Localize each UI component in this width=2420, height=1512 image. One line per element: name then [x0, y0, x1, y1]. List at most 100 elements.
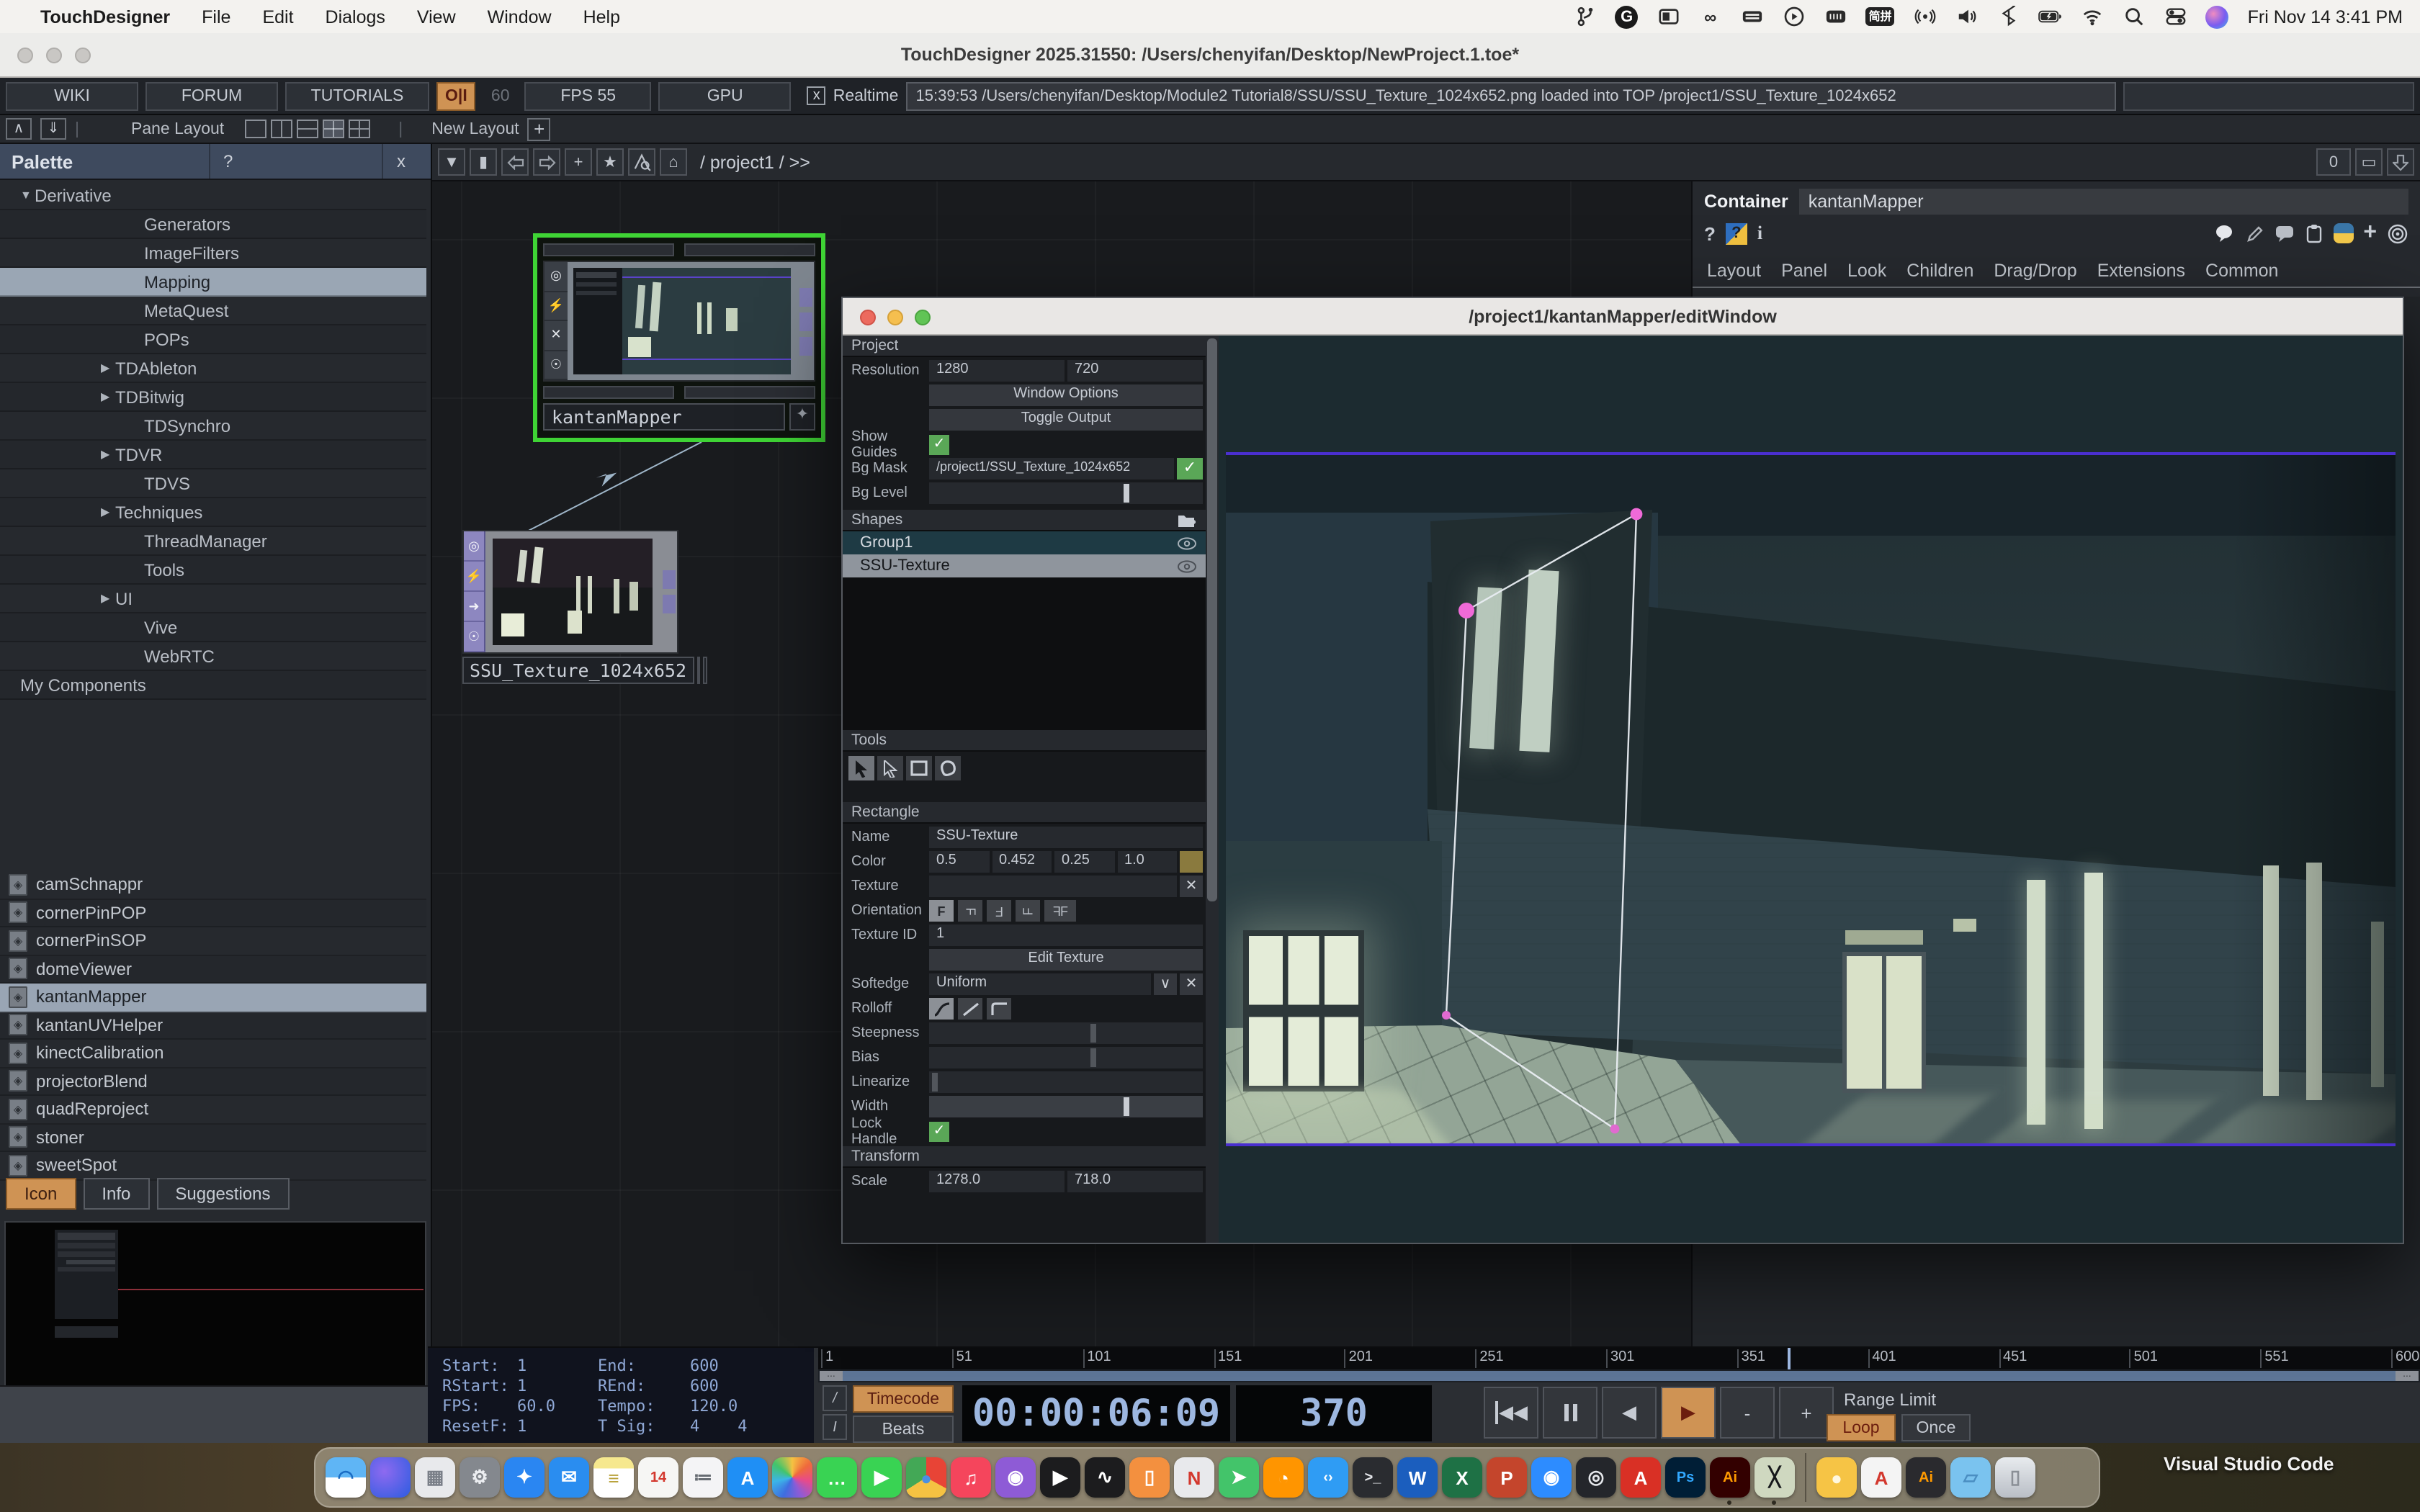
- node-ssu-texture-name[interactable]: SSU_Texture_1024x652: [462, 657, 694, 684]
- palette-tree-item-generators[interactable]: Generators: [0, 210, 426, 239]
- hotspot-icon[interactable]: [1914, 5, 1937, 28]
- timeline-info-value[interactable]: 120.0: [690, 1397, 738, 1416]
- dock-icon-cyberduck[interactable]: ●: [1816, 1457, 1857, 1498]
- frame-mode-button[interactable]: /: [823, 1385, 847, 1411]
- palette-tree-item-threadmanager[interactable]: ThreadManager: [0, 527, 426, 556]
- param-tab-extensions[interactable]: Extensions: [2097, 261, 2185, 281]
- chevron-right-icon[interactable]: ▶: [101, 448, 115, 461]
- color-component-field-0[interactable]: 0.5: [929, 851, 989, 873]
- palette-component-sweetspot[interactable]: ◈sweetSpot: [0, 1152, 426, 1180]
- node-ssu-texture[interactable]: ◎ ⚡ ➜ ☉: [462, 530, 678, 654]
- palette-tree-item-techniques[interactable]: ▶Techniques: [0, 498, 426, 527]
- dock-icon-tv[interactable]: ▶: [1040, 1457, 1080, 1498]
- frame-plus-button[interactable]: +: [1779, 1387, 1834, 1439]
- node-kantanmapper-viewer[interactable]: ◎ ⚡ ✕ ☉: [543, 261, 815, 382]
- dock-pane-icon[interactable]: ⇓: [40, 118, 66, 140]
- chevron-right-icon[interactable]: ▶: [101, 592, 115, 605]
- resolution-width-field[interactable]: 1280: [929, 360, 1065, 382]
- node-output-slot[interactable]: [543, 386, 673, 399]
- bg-mask-field[interactable]: /project1/SSU_Texture_1024x652: [929, 458, 1174, 480]
- palette-tree-item-tdbitwig[interactable]: ▶TDBitwig: [0, 383, 426, 412]
- home-icon[interactable]: ⌂: [660, 148, 687, 176]
- dock-icon-excel[interactable]: X: [1442, 1457, 1482, 1498]
- viewer-flag-icon[interactable]: ◎: [464, 531, 484, 562]
- dock-icon-trash[interactable]: ▯: [1995, 1457, 2035, 1498]
- node-add-button[interactable]: ✦: [789, 403, 815, 431]
- window-options-button[interactable]: Window Options: [929, 384, 1203, 406]
- timeline-ruler[interactable]: 151101151201251301351401451501551600: [818, 1348, 2420, 1369]
- color-component-field-1[interactable]: 0.452: [992, 851, 1052, 873]
- minimize-window-button[interactable]: [46, 48, 62, 63]
- dock-icon-mail[interactable]: ✉: [549, 1457, 589, 1498]
- tools-section-header[interactable]: Tools: [843, 730, 1206, 752]
- transform-section-header[interactable]: Transform: [843, 1146, 1206, 1168]
- shape-list-empty-area[interactable]: [843, 577, 1206, 730]
- dock-icon-news[interactable]: N: [1174, 1457, 1214, 1498]
- orientation-mirror-button[interactable]: FF: [1044, 900, 1076, 922]
- param-tab-children[interactable]: Children: [1906, 261, 1973, 281]
- dock-icon-obs[interactable]: ◎: [1576, 1457, 1616, 1498]
- dock-icon-books[interactable]: ▯: [1129, 1457, 1170, 1498]
- palette-tree-item-metaquest[interactable]: MetaQuest: [0, 297, 426, 325]
- layout-split-vertical-icon[interactable]: [270, 120, 292, 138]
- viewer-flag-icon[interactable]: ◎: [544, 262, 568, 292]
- palette-tree-item-vive[interactable]: Vive: [0, 613, 426, 642]
- play-circle-icon[interactable]: [1783, 5, 1806, 28]
- node-output-slot[interactable]: [685, 386, 815, 399]
- softedge-dropdown-arrow[interactable]: ∨: [1154, 973, 1177, 995]
- toolbar-spare-button[interactable]: [2123, 81, 2415, 110]
- layout-quad-icon[interactable]: [348, 120, 369, 138]
- step-back-button[interactable]: ◀: [1602, 1387, 1657, 1439]
- range-end-handle[interactable]: ...: [2396, 1371, 2419, 1381]
- help-icon[interactable]: ?: [1704, 222, 1716, 244]
- bias-slider[interactable]: [929, 1047, 1203, 1068]
- menu-item-edit[interactable]: Edit: [262, 6, 293, 27]
- dock-icon-safari[interactable]: ✦: [504, 1457, 544, 1498]
- edit-window-titlebar[interactable]: /project1/kantanMapper/editWindow: [843, 298, 2403, 336]
- quad-handle[interactable]: [1631, 508, 1643, 521]
- palette-tab-suggestions[interactable]: Suggestions: [156, 1178, 289, 1210]
- timecode-mode-button[interactable]: Timecode: [853, 1385, 954, 1413]
- node-mini-slot[interactable]: [704, 657, 707, 684]
- color-swatch[interactable]: [1180, 851, 1203, 873]
- playhead[interactable]: [1788, 1348, 1791, 1369]
- menu-item-help[interactable]: Help: [583, 6, 620, 27]
- chevron-right-icon[interactable]: ▶: [101, 361, 115, 374]
- forward-arrow-icon[interactable]: [533, 148, 560, 176]
- operator-name-field[interactable]: kantanMapper: [1800, 189, 2408, 215]
- dock-icon-word[interactable]: W: [1397, 1457, 1438, 1498]
- close-window-button[interactable]: [17, 48, 33, 63]
- creative-cloud-icon[interactable]: ∞: [1699, 5, 1722, 28]
- dock-icon-stocks[interactable]: ∿: [1085, 1457, 1125, 1498]
- toggle-output-button[interactable]: Toggle Output: [929, 409, 1203, 431]
- palette-tree-item-webrtc[interactable]: WebRTC: [0, 642, 426, 671]
- dock-icon-facetime[interactable]: ▶: [861, 1457, 902, 1498]
- layout-split-three-icon[interactable]: [322, 120, 344, 138]
- param-tab-drag-drop[interactable]: Drag/Drop: [1994, 261, 2076, 281]
- dock-icon-firefox[interactable]: ◔: [1263, 1457, 1304, 1498]
- shape-row-group1[interactable]: Group1: [843, 531, 1206, 554]
- timeline-info-value[interactable]: 1: [517, 1356, 526, 1375]
- zoom-window-button[interactable]: [75, 48, 91, 63]
- width-slider[interactable]: [929, 1096, 1203, 1117]
- dock-icon-touchdesigner[interactable]: ╳: [1754, 1457, 1795, 1498]
- chevron-right-icon[interactable]: ▶: [101, 390, 115, 403]
- rolloff-scurve-button[interactable]: [929, 998, 954, 1020]
- menu-item-file[interactable]: File: [202, 6, 230, 27]
- new-layout-add-button[interactable]: +: [528, 117, 551, 140]
- spotlight-icon[interactable]: [2123, 5, 2146, 28]
- bg-level-slider[interactable]: [929, 482, 1203, 504]
- keystroke-viewer-icon[interactable]: [1824, 5, 1847, 28]
- palette-component-kantanmapper[interactable]: ◈kantanMapper: [0, 984, 426, 1012]
- dock-icon-launchpad[interactable]: ▦: [415, 1457, 455, 1498]
- back-arrow-icon[interactable]: [501, 148, 529, 176]
- project-section-header[interactable]: Project: [843, 336, 1206, 357]
- texture-id-field[interactable]: 1: [929, 924, 1203, 946]
- bg-mask-confirm-button[interactable]: ✓: [1177, 458, 1203, 480]
- timeline-info-value[interactable]: 1: [517, 1417, 526, 1436]
- breadcrumb[interactable]: / project1 / >>: [700, 152, 810, 172]
- quad-handle[interactable]: [1442, 1011, 1451, 1020]
- gear-target-icon[interactable]: [2387, 222, 2408, 244]
- freeform-tool-button[interactable]: [935, 756, 961, 780]
- quad-handle[interactable]: [1458, 603, 1474, 618]
